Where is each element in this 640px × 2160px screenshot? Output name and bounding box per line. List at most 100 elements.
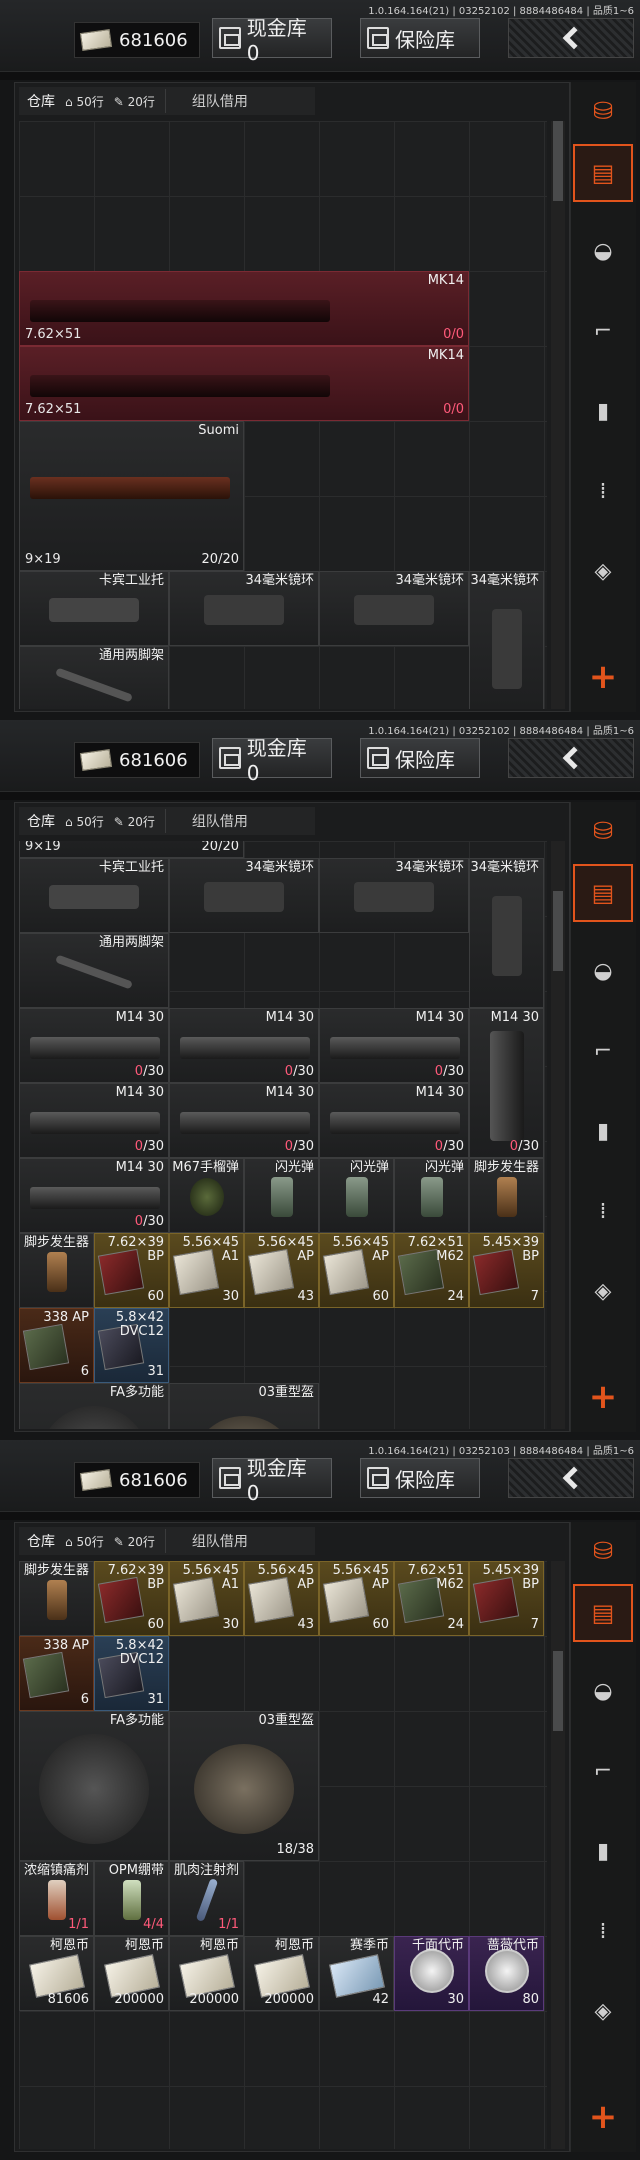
item-flashbang[interactable]: 闪光弹: [394, 1158, 469, 1233]
all-items-icon[interactable]: ▤: [592, 879, 615, 907]
attachment-icon[interactable]: ◈: [595, 559, 612, 584]
tab-team-borrow[interactable]: 组队借用: [176, 811, 248, 831]
item-magazine[interactable]: M14 30 0/30: [19, 1083, 169, 1158]
tab-warehouse[interactable]: 仓库: [27, 1531, 55, 1551]
item-ammo[interactable]: 5.45×39 BP 7: [469, 1233, 544, 1308]
rifle-icon[interactable]: ⌐: [594, 1039, 612, 1064]
ammo-icon[interactable]: ⁞: [600, 479, 607, 504]
scroll-thumb[interactable]: [553, 121, 563, 201]
scrollbar[interactable]: [551, 841, 565, 1429]
item-ammo[interactable]: 7.62×51 M62 24: [394, 1561, 469, 1636]
item-magazine[interactable]: M14 30 0/30: [169, 1008, 319, 1083]
safe-vault-button[interactable]: 保险库: [360, 1458, 480, 1498]
item-ammo[interactable]: 338 AP 6: [19, 1636, 94, 1711]
item-grenade[interactable]: M67手榴弹: [169, 1158, 244, 1233]
item-bipod[interactable]: 通用两脚架: [19, 933, 169, 1008]
scroll-thumb[interactable]: [553, 891, 563, 971]
item-scope-ring[interactable]: 34毫米镜环: [469, 858, 544, 1008]
scroll-thumb[interactable]: [553, 1651, 563, 1731]
sort-icon[interactable]: ⛁: [593, 1537, 613, 1565]
cash-vault-button[interactable]: 现金库 0: [212, 1456, 332, 1505]
scrollbar[interactable]: [551, 121, 565, 709]
all-items-icon[interactable]: ▤: [592, 1599, 615, 1627]
item-bag[interactable]: FA多功能: [19, 1711, 169, 1861]
tab-team-borrow[interactable]: 组队借用: [176, 1531, 248, 1551]
tab-team-borrow[interactable]: 组队借用: [176, 91, 248, 111]
item-currency[interactable]: 柯恩币 200000: [169, 1936, 244, 2011]
item-ammo[interactable]: 5.56×45 A1 30: [169, 1233, 244, 1308]
item-helmet[interactable]: 03重型盔 18/38: [169, 1711, 319, 1861]
sort-icon[interactable]: ⛁: [593, 97, 613, 125]
item-magazine[interactable]: M14 30 0/30: [19, 1008, 169, 1083]
rifle-icon[interactable]: ⌐: [594, 1759, 612, 1784]
item-scope-ring[interactable]: 34毫米镜环: [169, 858, 319, 933]
item-mk14[interactable]: MK14 7.62×51 0/0: [19, 346, 469, 421]
item-flashbang[interactable]: 闪光弹: [244, 1158, 319, 1233]
item-ammo[interactable]: 5.8×42 DVC12 31: [94, 1308, 169, 1383]
item-token[interactable]: 蔷薇代币 80: [469, 1936, 544, 2011]
cash-vault-button[interactable]: 现金库 0: [212, 16, 332, 65]
attachment-icon[interactable]: ◈: [595, 1999, 612, 2024]
ammo-icon[interactable]: ⁞: [600, 1919, 607, 1944]
inventory-grid[interactable]: 脚步发生器 7.62×39 BP 60 5.56×45 A1 30 5.56×45 …: [19, 1561, 547, 2149]
cash-vault-button[interactable]: 现金库 0: [212, 736, 332, 785]
helmet-icon[interactable]: ◒: [593, 239, 612, 264]
item-footstep-generator[interactable]: 脚步发生器: [19, 1233, 94, 1308]
item-ammo[interactable]: 5.56×45 AP 43: [244, 1233, 319, 1308]
item-magazine[interactable]: M14 30 0/30: [169, 1083, 319, 1158]
item-token[interactable]: 千面代币 30: [394, 1936, 469, 2011]
sort-icon[interactable]: ⛁: [593, 817, 613, 845]
item-ammo[interactable]: 5.56×45 AP 43: [244, 1561, 319, 1636]
safe-vault-button[interactable]: 保险库: [360, 18, 480, 58]
tab-warehouse[interactable]: 仓库: [27, 811, 55, 831]
item-stock[interactable]: 卡宾工业托: [19, 858, 169, 933]
item-suomi[interactable]: Suomi 9×19 20/20: [19, 421, 244, 571]
tab-warehouse[interactable]: 仓库: [27, 91, 55, 111]
item-ammo[interactable]: 5.56×45 AP 60: [319, 1561, 394, 1636]
item-ammo[interactable]: 5.56×45 A1 30: [169, 1561, 244, 1636]
item-flashbang[interactable]: 闪光弹: [319, 1158, 394, 1233]
item-currency[interactable]: 柯恩币 200000: [94, 1936, 169, 2011]
item-season-coin[interactable]: 赛季币 42: [319, 1936, 394, 2011]
back-button[interactable]: [508, 1458, 634, 1498]
item-currency[interactable]: 柯恩币 81606: [19, 1936, 94, 2011]
item-scope-ring[interactable]: 34毫米镜环: [469, 571, 544, 709]
add-icon[interactable]: +: [589, 1377, 618, 1417]
item-scope-ring[interactable]: 34毫米镜环: [319, 858, 469, 933]
add-icon[interactable]: +: [589, 657, 618, 697]
item-magazine[interactable]: M14 30 0/30: [319, 1083, 469, 1158]
item-ammo[interactable]: 5.56×45 AP 60: [319, 1233, 394, 1308]
item-mk14[interactable]: MK14 7.62×51 0/0: [19, 271, 469, 346]
item-scope-ring[interactable]: 34毫米镜环: [319, 571, 469, 646]
item-ammo[interactable]: 7.62×51 M62 24: [394, 1233, 469, 1308]
item-magazine[interactable]: M14 30 0/30: [469, 1008, 544, 1158]
all-items-icon[interactable]: ▤: [592, 159, 615, 187]
back-button[interactable]: [508, 18, 634, 58]
item-bipod[interactable]: 通用两脚架: [19, 646, 169, 709]
item-magazine[interactable]: M14 30 0/30: [319, 1008, 469, 1083]
inventory-grid[interactable]: MK14 7.62×51 0/0 MK14 7.62×51 0/0 Suomi …: [19, 121, 547, 709]
item-helmet[interactable]: 03重型盔: [169, 1383, 319, 1429]
inventory-grid[interactable]: 9×19 20/20 卡宾工业托 34毫米镜环 34毫米镜环 34毫米镜环 通用…: [19, 841, 547, 1429]
item-currency[interactable]: 柯恩币 200000: [244, 1936, 319, 2011]
attachment-icon[interactable]: ◈: [595, 1279, 612, 1304]
item-footstep-generator[interactable]: 脚步发生器: [469, 1158, 544, 1233]
ammo-icon[interactable]: ⁞: [600, 1199, 607, 1224]
scrollbar[interactable]: [551, 1561, 565, 2149]
magazine-icon[interactable]: ▮: [597, 1119, 609, 1144]
rifle-icon[interactable]: ⌐: [594, 319, 612, 344]
item-scope-ring[interactable]: 34毫米镜环: [169, 571, 319, 646]
back-button[interactable]: [508, 738, 634, 778]
item-stock[interactable]: 卡宾工业托: [19, 571, 169, 646]
item-ammo[interactable]: 5.45×39 BP 7: [469, 1561, 544, 1636]
magazine-icon[interactable]: ▮: [597, 399, 609, 424]
item-footstep-generator[interactable]: 脚步发生器: [19, 1561, 94, 1636]
helmet-icon[interactable]: ◒: [593, 1679, 612, 1704]
safe-vault-button[interactable]: 保险库: [360, 738, 480, 778]
item-ammo[interactable]: 5.8×42 DVC12 31: [94, 1636, 169, 1711]
item-painkiller[interactable]: 浓缩镇痛剂 1/1: [19, 1861, 94, 1936]
item-bandage[interactable]: OPM绷带 4/4: [94, 1861, 169, 1936]
magazine-icon[interactable]: ▮: [597, 1839, 609, 1864]
helmet-icon[interactable]: ◒: [593, 959, 612, 984]
item-injector[interactable]: 肌肉注射剂 1/1: [169, 1861, 244, 1936]
